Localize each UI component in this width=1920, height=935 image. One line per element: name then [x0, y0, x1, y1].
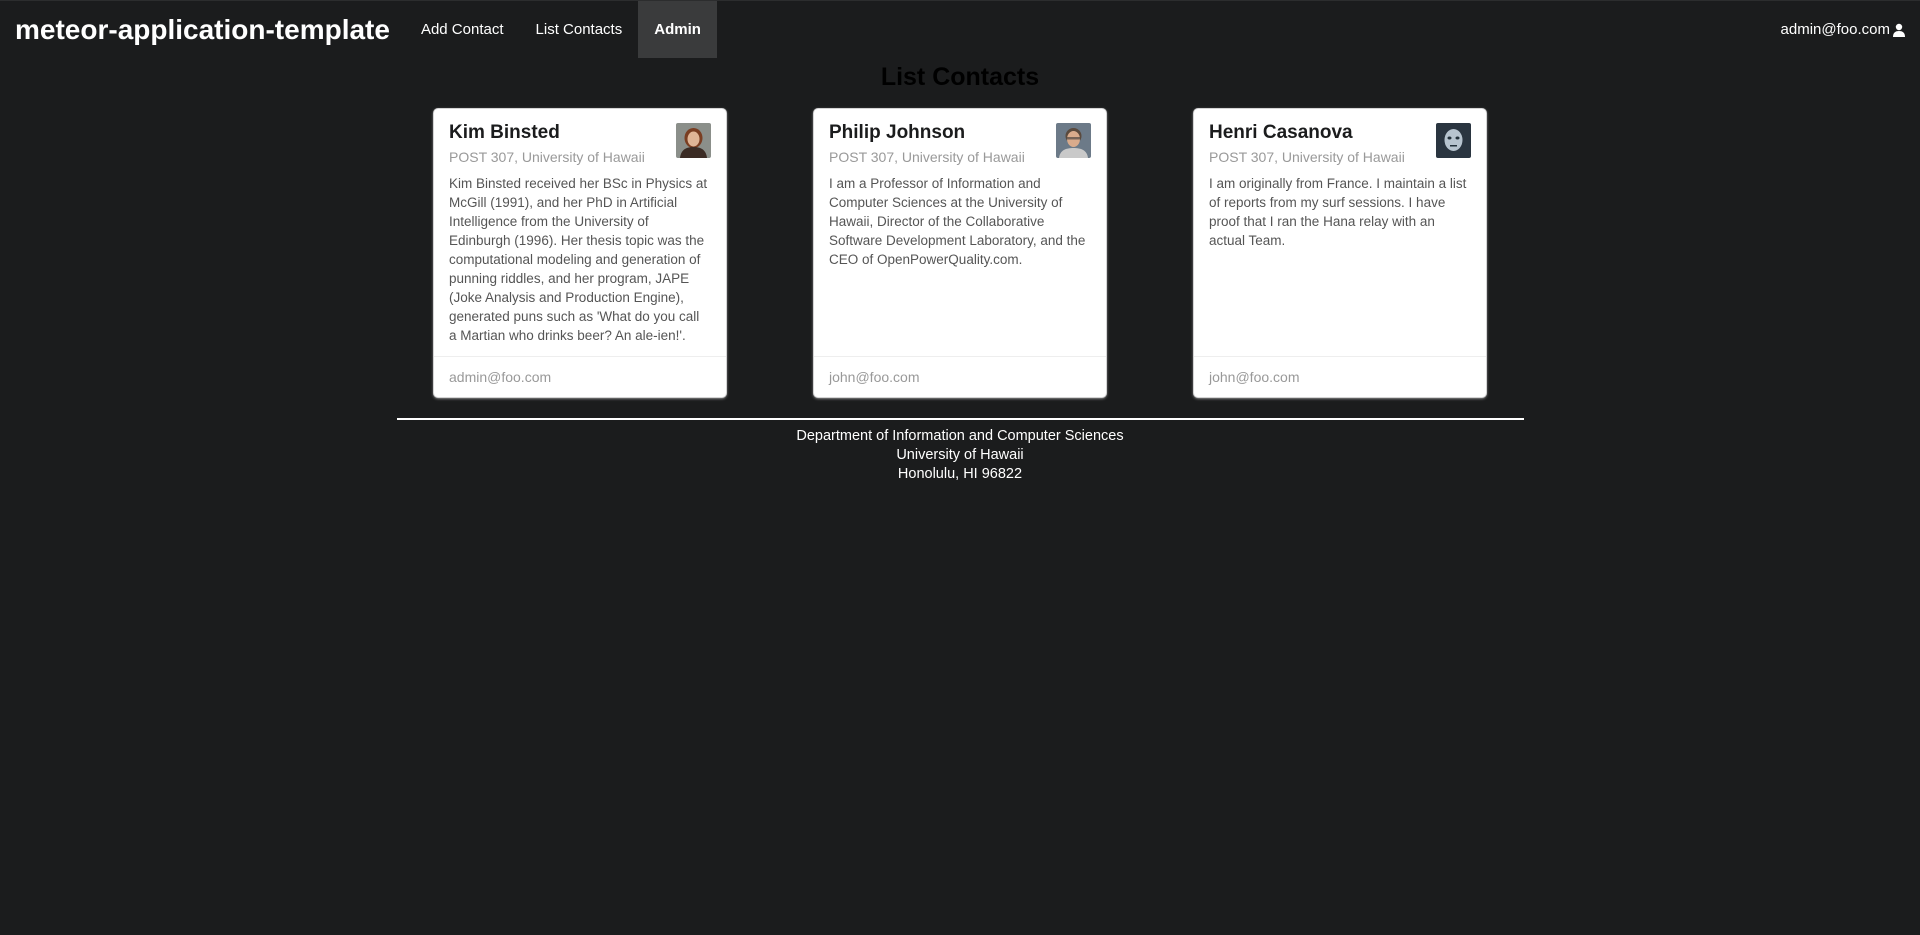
- contact-owner: admin@foo.com: [434, 356, 726, 397]
- contact-name: Henri Casanova: [1209, 122, 1353, 143]
- user-dropdown[interactable]: admin@foo.com: [1781, 1, 1920, 58]
- footer-department: Department of Information and Computer S…: [796, 428, 1124, 444]
- contact-description: Kim Binsted received her BSc in Physics …: [449, 175, 708, 343]
- page-title: List Contacts: [880, 63, 1040, 91]
- contact-address: POST 307, University of Hawaii: [829, 148, 1025, 165]
- top-navbar: meteor-application-template Add Contact …: [0, 0, 1920, 58]
- user-icon: [1893, 23, 1905, 37]
- avatar-image: [1056, 123, 1091, 158]
- contact-name: Kim Binsted: [449, 122, 560, 143]
- contact-address: POST 307, University of Hawaii: [449, 148, 645, 165]
- card-content: Kim Binsted POST 307, University of Hawa…: [434, 109, 726, 345]
- footer-divider: [397, 418, 1524, 420]
- avatar-image: [1436, 123, 1471, 158]
- card-content: Philip Johnson POST 307, University of H…: [814, 109, 1106, 269]
- contact-owner: john@foo.com: [1194, 356, 1486, 397]
- contact-card: Henri Casanova POST 307, University of H…: [1194, 109, 1486, 397]
- nav-list-contacts[interactable]: List Contacts: [520, 1, 639, 58]
- brand-link[interactable]: meteor-application-template: [0, 1, 405, 58]
- avatar-image: [676, 123, 711, 158]
- footer-city: Honolulu, HI 96822: [897, 466, 1023, 482]
- card-content: Henri Casanova POST 307, University of H…: [1194, 109, 1486, 250]
- footer: Department of Information and Computer S…: [0, 427, 1920, 484]
- footer-university: University of Hawaii: [896, 447, 1024, 463]
- contact-address: POST 307, University of Hawaii: [1209, 148, 1405, 165]
- nav-add-contact[interactable]: Add Contact: [405, 1, 520, 58]
- contact-card: Kim Binsted POST 307, University of Hawa…: [434, 109, 726, 397]
- nav-admin[interactable]: Admin: [638, 1, 717, 58]
- contact-description: I am originally from France. I maintain …: [1209, 175, 1467, 248]
- contact-description: I am a Professor of Information and Comp…: [829, 175, 1086, 267]
- contact-name: Philip Johnson: [829, 122, 966, 143]
- contact-card: Philip Johnson POST 307, University of H…: [814, 109, 1106, 397]
- contact-owner: john@foo.com: [814, 356, 1106, 397]
- contact-cards: Kim Binsted POST 307, University of Hawa…: [434, 109, 1486, 397]
- user-email: admin@foo.com: [1780, 21, 1890, 38]
